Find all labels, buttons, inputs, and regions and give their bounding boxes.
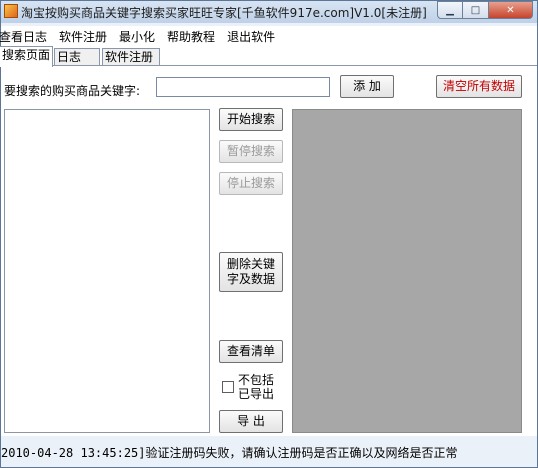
tab-log[interactable]: 日志 — [54, 48, 100, 66]
keyword-label: 要搜索的购买商品关键字: — [4, 84, 141, 98]
exclude-exported-label-line2: 已导出 — [238, 387, 275, 401]
delete-keyword-label-line2: 字及数据 — [226, 272, 275, 286]
minimize-button[interactable]: ▁ — [437, 1, 463, 19]
close-button[interactable]: ✕ — [489, 1, 533, 19]
tab-register[interactable]: 软件注册 — [102, 48, 160, 66]
menu-help[interactable]: 帮助教程 — [167, 28, 219, 45]
close-icon: ✕ — [506, 4, 515, 16]
app-icon — [4, 4, 18, 18]
delete-keyword-label-line1: 删除关键 — [226, 257, 275, 271]
maximize-button[interactable]: □ — [463, 1, 489, 19]
exclude-exported-checkbox[interactable] — [222, 381, 234, 393]
window-title: 淘宝按购买商品关键字搜索买家旺旺专家[千鱼软件917e.com]V1.0[未注册… — [21, 6, 427, 20]
menu-register[interactable]: 软件注册 — [59, 28, 111, 45]
menu-minimize[interactable]: 最小化 — [119, 28, 159, 45]
minimize-icon: ▁ — [446, 4, 454, 16]
clear-all-data-button[interactable]: 清空所有数据 — [436, 75, 522, 98]
title-bar[interactable]: 淘宝按购买商品关键字搜索买家旺旺专家[千鱼软件917e.com]V1.0[未注册… — [1, 1, 537, 23]
tab-strip: 搜索页面 日志 软件注册 — [0, 46, 537, 67]
stop-search-button[interactable]: 停止搜索 — [219, 172, 283, 195]
pause-search-button[interactable]: 暂停搜索 — [219, 140, 283, 163]
results-panel — [292, 109, 522, 433]
tab-search-page[interactable]: 搜索页面 — [0, 46, 54, 67]
menu-view-log[interactable]: 查看日志 — [0, 28, 51, 45]
window-controls: ▁ □ ✕ — [437, 1, 533, 19]
view-list-button[interactable]: 查看清单 — [219, 340, 283, 363]
exclude-exported-label-line1: 不包括 — [238, 373, 275, 387]
keyword-input[interactable] — [156, 77, 330, 97]
export-button[interactable]: 导 出 — [219, 410, 283, 433]
status-bar: 2010-04-28 13:45:25]验证注册码失败，请确认注册码是否正确以及… — [1, 446, 458, 460]
menu-bar: 查看日志 软件注册 最小化 帮助教程 退出软件 — [0, 26, 537, 46]
keyword-list[interactable] — [4, 109, 210, 433]
start-search-button[interactable]: 开始搜索 — [219, 108, 283, 131]
search-page-panel: 要搜索的购买商品关键字: 添 加 清空所有数据 开始搜索 暂停搜索 停止搜索 删… — [1, 65, 537, 436]
menu-exit[interactable]: 退出软件 — [227, 28, 279, 45]
maximize-icon: □ — [470, 4, 481, 16]
exclude-exported-label: 不包括 已导出 — [238, 373, 274, 401]
main-window: 淘宝按购买商品关键字搜索买家旺旺专家[千鱼软件917e.com]V1.0[未注册… — [0, 0, 538, 468]
add-keyword-button[interactable]: 添 加 — [340, 75, 394, 98]
delete-keyword-data-button[interactable]: 删除关键 字及数据 — [219, 252, 283, 292]
